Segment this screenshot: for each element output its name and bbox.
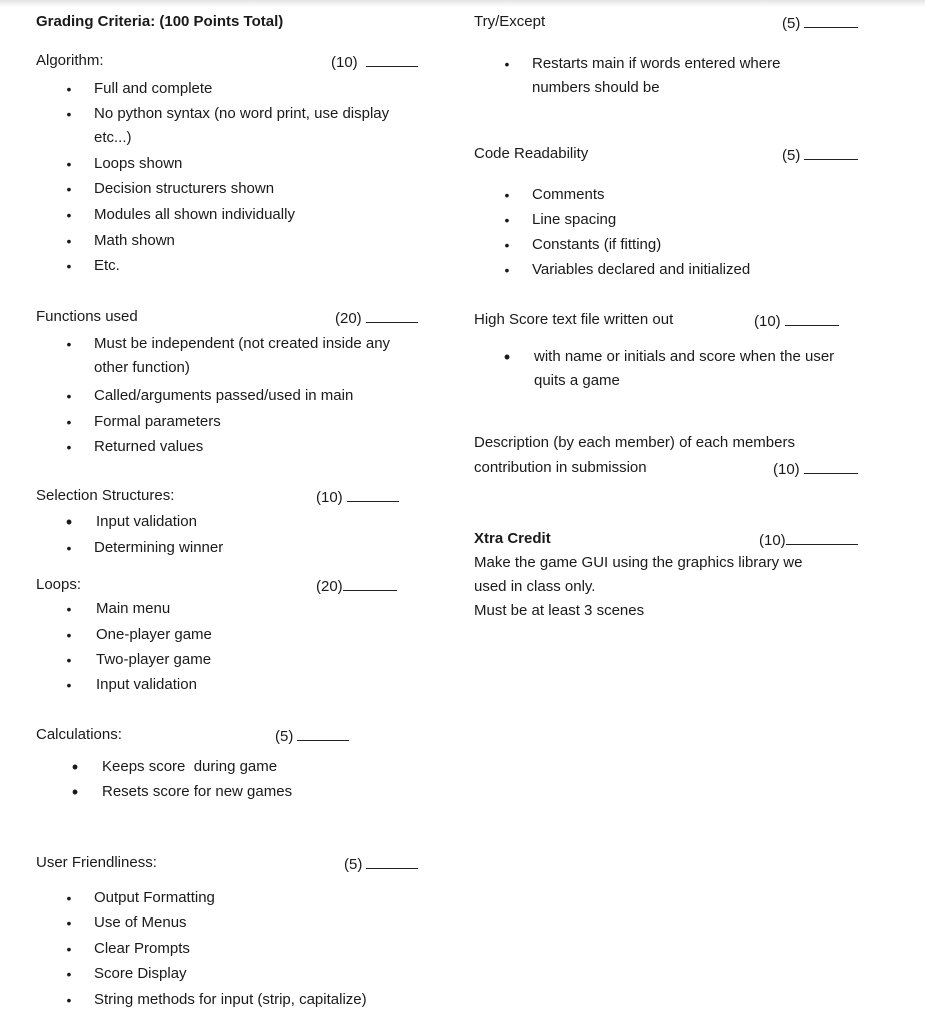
bullet-icon: •: [66, 601, 72, 617]
bullet-icon: •: [66, 941, 72, 957]
score-blank[interactable]: [365, 52, 418, 67]
section-heading: Calculations:: [36, 726, 122, 743]
points-field[interactable]: (10): [316, 487, 399, 507]
extra-credit-line: Make the game GUI using the graphics lib…: [474, 554, 803, 571]
points-field[interactable]: (10): [754, 311, 839, 331]
section-heading: Algorithm:: [36, 52, 104, 69]
bullet-icon: •: [504, 56, 510, 72]
points-label: (5): [782, 15, 801, 32]
points-label: (5): [782, 147, 801, 164]
points-field[interactable]: (10): [759, 530, 858, 550]
points-label: (10): [316, 489, 343, 506]
score-blank[interactable]: [365, 308, 418, 323]
section-heading: User Friendliness:: [36, 854, 157, 871]
page-title: Grading Criteria: (100 Points Total): [36, 13, 284, 30]
bullet-icon: •: [66, 106, 72, 122]
section-heading: Functions used: [36, 308, 138, 325]
bullet-icon: •: [66, 439, 72, 455]
section-heading: Xtra Credit: [474, 530, 551, 547]
score-blank[interactable]: [784, 311, 839, 326]
bullet-icon: •: [504, 212, 510, 228]
points-label: (10): [759, 532, 786, 549]
points-label: (20): [316, 578, 343, 595]
bullet-icon: •: [66, 414, 72, 430]
bullet-icon: •: [504, 262, 510, 278]
bullet-icon: •: [66, 890, 72, 906]
bullet-icon: •: [504, 187, 510, 203]
bullet-icon: •: [66, 233, 72, 249]
score-blank[interactable]: [342, 576, 397, 591]
page-top-shadow: [0, 0, 925, 7]
points-label: (10): [331, 54, 358, 71]
score-blank[interactable]: [804, 145, 859, 160]
points-field[interactable]: (10): [773, 459, 858, 479]
section-heading: High Score text file written out: [474, 311, 674, 328]
section-heading: Try/Except: [474, 13, 546, 30]
section-heading: Loops:: [36, 576, 82, 593]
score-blank[interactable]: [346, 487, 399, 502]
bullet-icon: •: [66, 915, 72, 931]
points-label: (20): [335, 310, 362, 327]
bullet-icon: •: [66, 388, 72, 404]
score-blank[interactable]: [804, 13, 859, 28]
points-field[interactable]: (20): [316, 576, 397, 596]
section-heading: Selection Structures:: [36, 487, 175, 504]
score-blank[interactable]: [366, 854, 419, 869]
bullet-icon: •: [503, 347, 511, 367]
bullet-icon: •: [66, 207, 72, 223]
bullet-icon: •: [66, 540, 72, 556]
score-blank[interactable]: [803, 459, 858, 474]
score-blank[interactable]: [297, 726, 350, 741]
points-label: (5): [275, 728, 294, 745]
section-heading-line2: contribution in submission: [474, 459, 647, 476]
bullet-icon: •: [65, 512, 73, 532]
points-label: (10): [773, 461, 800, 478]
points-field[interactable]: (20): [335, 308, 418, 328]
bullet-icon: •: [71, 757, 79, 777]
points-label: (10): [754, 313, 781, 330]
points-field[interactable]: (10): [331, 52, 418, 72]
bullet-icon: •: [66, 156, 72, 172]
bullet-icon: •: [66, 627, 72, 643]
section-heading: Code Readability: [474, 145, 589, 162]
bullet-icon: •: [66, 181, 72, 197]
extra-credit-line: used in class only.: [474, 578, 596, 595]
points-field[interactable]: (5): [782, 145, 859, 165]
bullet-icon: •: [66, 966, 72, 982]
bullet-icon: •: [66, 992, 72, 1008]
extra-credit-line: Must be at least 3 scenes: [474, 602, 645, 619]
bullet-icon: •: [66, 81, 72, 97]
score-blank[interactable]: [785, 530, 858, 545]
bullet-icon: •: [504, 237, 510, 253]
section-heading: Description (by each member) of each mem…: [474, 434, 795, 451]
points-field[interactable]: (5): [782, 13, 859, 33]
bullet-icon: •: [71, 782, 79, 802]
bullet-icon: •: [66, 336, 72, 352]
points-field[interactable]: (5): [275, 726, 350, 746]
bullet-icon: •: [66, 652, 72, 668]
points-label: (5): [344, 856, 363, 873]
bullet-icon: •: [66, 258, 72, 274]
points-field[interactable]: (5): [344, 854, 419, 874]
bullet-icon: •: [66, 677, 72, 693]
